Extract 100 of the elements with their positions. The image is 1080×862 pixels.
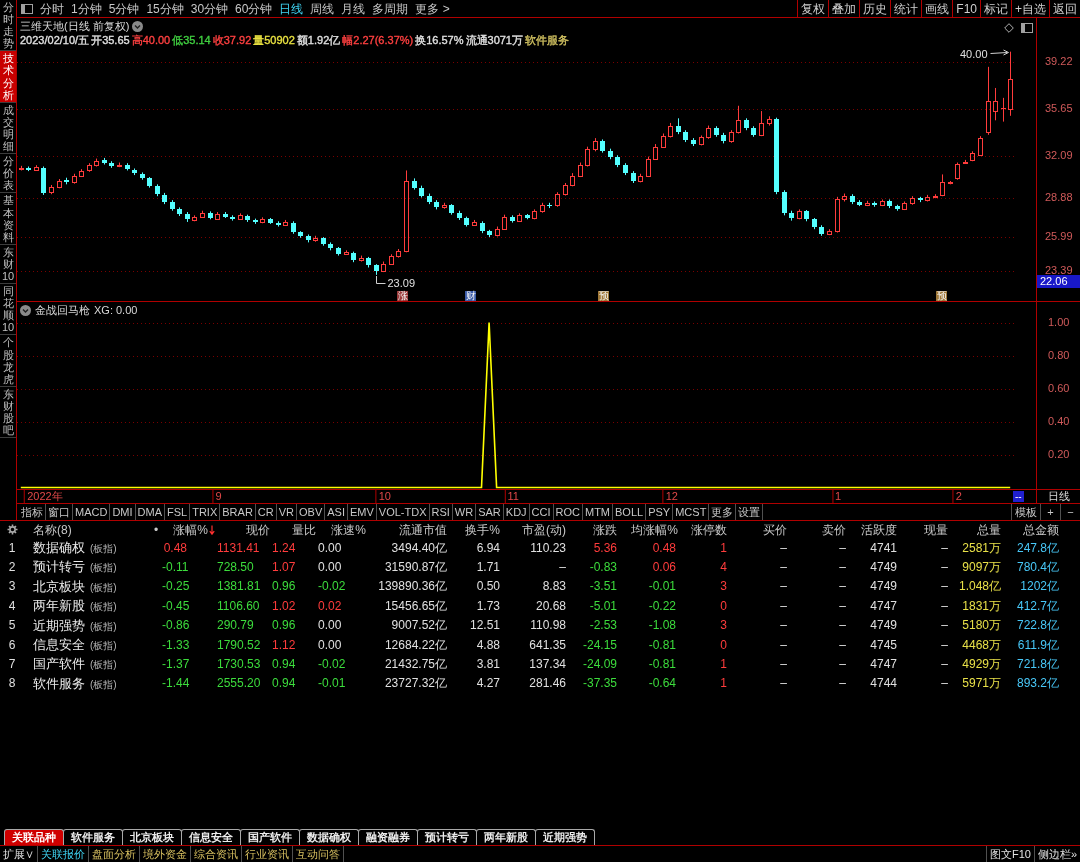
sidebar-tab[interactable]: 东财股吧 <box>0 386 16 439</box>
sidebar-tab[interactable]: 技术分析 <box>0 51 16 103</box>
period-tab[interactable]: 1分钟 <box>71 2 102 15</box>
column-header[interactable]: • <box>150 521 162 539</box>
sidebar-tab[interactable]: 同花顺10 <box>0 284 16 336</box>
period-tab[interactable]: 5分钟 <box>108 2 140 15</box>
status-button[interactable]: 图文F10 <box>985 846 1034 862</box>
column-header[interactable]: 涨速% <box>318 521 368 539</box>
period-tab[interactable]: 月线 <box>341 2 366 15</box>
column-header[interactable]: 涨停数 <box>680 521 729 539</box>
indicator-tab[interactable]: 更多 <box>709 504 737 520</box>
period-tab[interactable]: 周线 <box>310 2 335 15</box>
column-header[interactable]: 买价 <box>729 521 789 539</box>
status-button[interactable]: 侧边栏» <box>1033 846 1080 862</box>
column-header[interactable]: 均涨幅% <box>619 521 680 539</box>
sidebar-tab[interactable]: 东财10 <box>0 244 16 285</box>
indicator-tab[interactable]: ROC <box>553 504 583 520</box>
column-header[interactable]: 总金额 <box>1003 521 1061 539</box>
candle <box>797 208 802 220</box>
indicator-tab[interactable]: BOLL <box>613 504 647 520</box>
related-tab[interactable]: 关联品种 <box>4 829 64 845</box>
toolbar-button[interactable]: +自选 <box>1011 0 1049 17</box>
status-tab[interactable]: 行业资讯 <box>242 846 293 862</box>
indicator-tab[interactable]: CCI <box>529 504 554 520</box>
column-header[interactable]: 名称(8) <box>24 521 150 539</box>
sidebar-tab[interactable]: 成交明细 <box>0 102 16 155</box>
indicator-tab[interactable]: DMA <box>135 504 165 520</box>
event-marker[interactable]: 涨 <box>397 291 408 301</box>
column-header[interactable]: 流通市值 <box>368 521 449 539</box>
period-tab[interactable]: 60分钟 <box>235 2 273 15</box>
indicator-tab[interactable]: OBV <box>297 504 326 520</box>
indicator-tab[interactable]: MACD <box>73 504 111 520</box>
indicator-tab[interactable]: PSY <box>646 504 674 520</box>
indicator-tab[interactable]: 窗口 <box>46 504 73 520</box>
expand-button[interactable]: 扩展∨ <box>0 846 38 862</box>
related-tab[interactable]: 两年新股 <box>476 829 536 845</box>
column-header[interactable]: 量比 <box>272 521 318 539</box>
toolbar-button[interactable]: 模板 <box>1011 504 1040 520</box>
column-header[interactable]: 卖价 <box>789 521 848 539</box>
column-header[interactable]: 涨跌 <box>568 521 619 539</box>
indicator-tab[interactable]: MCST <box>673 504 710 520</box>
column-header[interactable]: 总量 <box>950 521 1003 539</box>
toolbar-button[interactable]: + <box>1040 504 1060 520</box>
related-tab[interactable]: 近期强势 <box>535 829 595 845</box>
period-tab[interactable]: 多周期 <box>372 2 409 15</box>
toolbar-button[interactable]: 画线 <box>921 0 953 17</box>
event-marker[interactable]: 预 <box>936 291 947 301</box>
indicator-tab[interactable]: 指标 <box>19 504 46 520</box>
toolbar-button[interactable]: 返回 <box>1049 0 1080 17</box>
indicator-tab[interactable]: 设置 <box>736 504 764 520</box>
toolbar-button[interactable]: 标记 <box>980 0 1011 17</box>
status-tab[interactable]: 互动问答 <box>293 846 344 862</box>
indicator-tab[interactable]: KDJ <box>503 504 530 520</box>
related-tab[interactable]: 国产软件 <box>240 829 300 845</box>
related-tab[interactable]: 信息安全 <box>181 829 241 845</box>
status-tab[interactable]: 盘面分析 <box>89 846 140 862</box>
indicator-tab[interactable]: BRAR <box>220 504 256 520</box>
indicator-tab[interactable]: TRIX <box>190 504 221 520</box>
column-header[interactable]: 现价 <box>217 521 272 539</box>
toolbar-button[interactable]: − <box>1060 504 1080 520</box>
status-tab[interactable]: 关联报价 <box>38 846 89 862</box>
indicator-tab[interactable]: EMV <box>347 504 377 520</box>
toolbar-button[interactable]: 复权 <box>797 0 829 17</box>
related-tab[interactable]: 软件服务 <box>63 829 123 845</box>
indicator-tab[interactable]: CR <box>255 504 277 520</box>
indicator-tab[interactable]: RSI <box>429 504 453 520</box>
period-tab[interactable]: 15分钟 <box>146 2 184 15</box>
column-header[interactable]: 市盈(动) <box>502 521 568 539</box>
related-tab[interactable]: 北京板块 <box>122 829 182 845</box>
sidebar-tab[interactable]: 个股龙虎 <box>0 335 16 387</box>
range-button[interactable]: -- <box>1013 491 1024 502</box>
related-tab[interactable]: 数据确权 <box>299 829 359 845</box>
related-tab[interactable]: 预计转亏 <box>417 829 477 845</box>
status-tab[interactable]: 境外资金 <box>140 846 191 862</box>
toolbar-button[interactable]: F10 <box>952 0 980 17</box>
column-header[interactable]: 现量 <box>899 521 950 539</box>
event-marker[interactable]: 财 <box>465 291 476 301</box>
column-header[interactable]: 换手% <box>449 521 502 539</box>
related-tab[interactable]: 融资融券 <box>358 829 418 845</box>
period-tab[interactable]: 日线 <box>279 2 304 15</box>
indicator-tab[interactable]: VR <box>276 504 297 520</box>
indicator-tab[interactable]: FSL <box>165 504 191 520</box>
period-tab[interactable]: 更多 > <box>415 2 450 15</box>
column-header[interactable]: 涨幅% <box>162 521 217 539</box>
toolbar-button[interactable]: 统计 <box>890 0 922 17</box>
toolbar-button[interactable]: 历史 <box>859 0 891 17</box>
sidebar-tab[interactable]: 基本资料 <box>0 193 16 245</box>
period-tab[interactable]: 30分钟 <box>190 2 229 15</box>
sidebar-tab[interactable]: 分价表 <box>0 154 16 194</box>
indicator-tab[interactable]: VOL-TDX <box>376 504 430 520</box>
event-marker[interactable]: 预 <box>598 291 609 301</box>
status-tab[interactable]: 综合资讯 <box>191 846 242 862</box>
indicator-tab[interactable]: DMI <box>110 504 136 520</box>
indicator-tab[interactable]: MTM <box>583 504 614 520</box>
column-header[interactable]: 活跃度 <box>848 521 899 539</box>
indicator-tab[interactable]: WR <box>452 504 477 520</box>
indicator-tab[interactable]: SAR <box>476 504 504 520</box>
toolbar-button[interactable]: 叠加 <box>828 0 860 17</box>
period-tab[interactable]: 分时 <box>40 2 64 15</box>
indicator-tab[interactable]: ASI <box>325 504 348 520</box>
